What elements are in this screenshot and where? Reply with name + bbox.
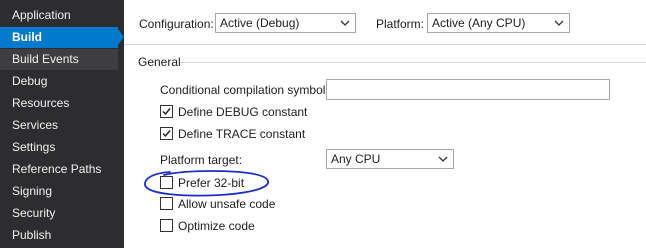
configuration-label: Configuration:	[139, 17, 214, 31]
sidebar-item-services[interactable]: Services	[0, 115, 118, 136]
toolbar-divider	[124, 44, 646, 45]
sidebar-item-reference-paths[interactable]: Reference Paths	[0, 159, 118, 180]
define-debug-checkbox[interactable]	[160, 105, 173, 118]
sidebar-item-security[interactable]: Security	[0, 203, 118, 224]
chevron-down-icon	[340, 20, 350, 26]
build-properties-pane: Configuration: Active (Debug) Platform: …	[124, 0, 646, 248]
define-debug-label: Define DEBUG constant	[178, 105, 308, 119]
project-properties-window: Application Build Build Events Debug Res…	[0, 0, 646, 248]
platform-dropdown-value: Active (Any CPU)	[432, 16, 526, 30]
configuration-dropdown-value: Active (Debug)	[220, 16, 300, 30]
optimize-code-label: Optimize code	[178, 219, 255, 233]
checkmark-icon	[162, 130, 171, 138]
platform-label: Platform:	[376, 17, 425, 31]
sidebar-item-build[interactable]: Build	[0, 27, 118, 48]
platform-target-dropdown[interactable]: Any CPU	[326, 149, 454, 169]
sidebar-item-build-events[interactable]: Build Events	[0, 49, 118, 70]
configuration-dropdown[interactable]: Active (Debug)	[215, 13, 356, 33]
chevron-down-icon	[438, 156, 448, 162]
sidebar-item-publish[interactable]: Publish	[0, 225, 118, 246]
sidebar: Application Build Build Events Debug Res…	[0, 0, 124, 248]
optimize-code-checkbox[interactable]	[160, 219, 173, 232]
define-trace-label: Define TRACE constant	[178, 127, 306, 141]
general-section-title: General	[138, 55, 181, 69]
conditional-symbols-input[interactable]	[326, 79, 610, 100]
sidebar-item-application[interactable]: Application	[0, 5, 118, 26]
sidebar-item-settings[interactable]: Settings	[0, 137, 118, 158]
allow-unsafe-label: Allow unsafe code	[178, 197, 276, 211]
checkmark-icon	[162, 108, 171, 116]
prefer-32bit-checkbox[interactable]	[160, 176, 173, 189]
sidebar-item-resources[interactable]: Resources	[0, 93, 118, 114]
platform-target-value: Any CPU	[331, 152, 381, 166]
prefer-32bit-label: Prefer 32-bit	[178, 176, 245, 190]
section-divider	[180, 62, 646, 63]
allow-unsafe-checkbox[interactable]	[160, 197, 173, 210]
conditional-symbols-label: Conditional compilation symbols:	[160, 83, 335, 97]
sidebar-item-signing[interactable]: Signing	[0, 181, 118, 202]
platform-dropdown[interactable]: Active (Any CPU)	[427, 13, 570, 33]
sidebar-item-debug[interactable]: Debug	[0, 71, 118, 92]
chevron-down-icon	[554, 20, 564, 26]
define-trace-checkbox[interactable]	[160, 127, 173, 140]
platform-target-label: Platform target:	[160, 153, 243, 167]
